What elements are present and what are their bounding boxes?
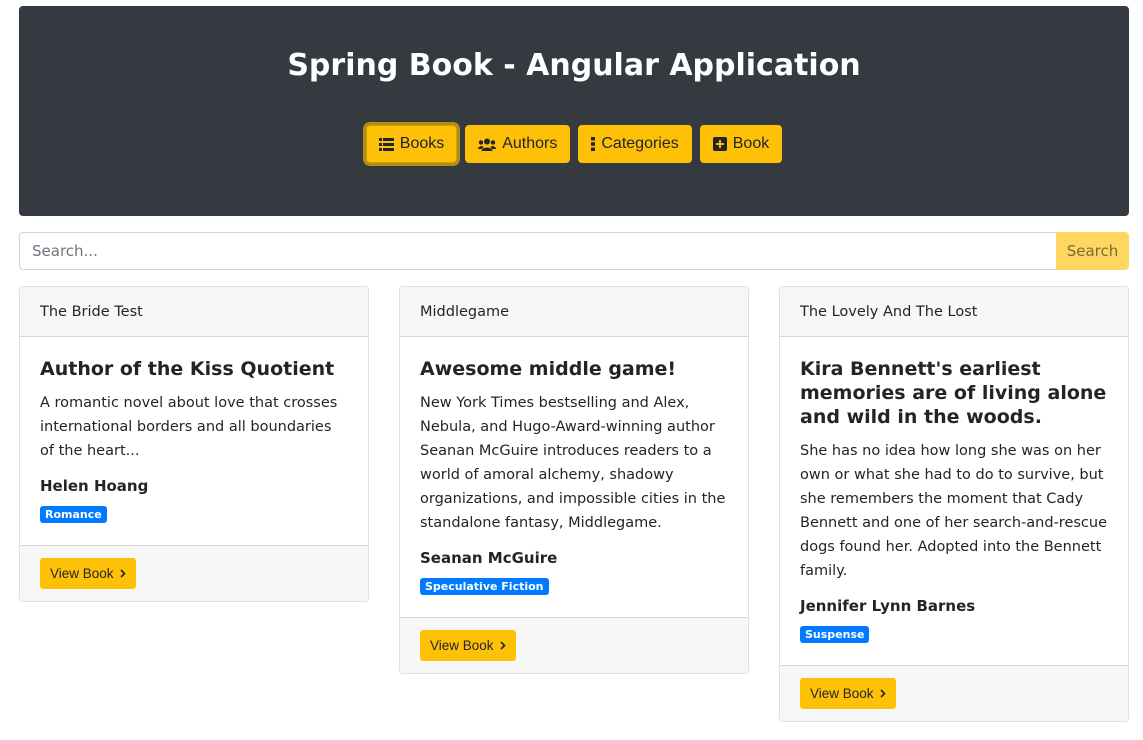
view-book-button[interactable]: View Book [40, 558, 136, 589]
nav-categories-button[interactable]: Categories [578, 125, 692, 163]
book-card-description: New York Times bestselling and Alex, Neb… [420, 395, 726, 531]
category-badge: Suspense [800, 626, 870, 643]
users-icon [478, 138, 497, 151]
chevron-right-icon [499, 638, 506, 653]
view-book-label: View Book [810, 686, 874, 701]
search-button[interactable]: Search [1056, 232, 1129, 270]
book-card-title: Author of the Kiss Quotient [40, 358, 335, 380]
book-card-body: Awesome middle game! New York Times best… [400, 337, 748, 617]
nav-categories-label: Categories [601, 135, 679, 152]
book-card-description: A romantic novel about love that crosses… [40, 395, 338, 459]
book-card-header: The Bride Test [20, 287, 368, 337]
book-card-title: Awesome middle game! [420, 358, 677, 380]
plus-square-icon [712, 137, 727, 151]
book-card-body: Kira Bennett's earliest memories are of … [780, 337, 1128, 665]
ellipsis-vertical-icon [591, 137, 596, 151]
list-icon [378, 137, 394, 151]
nav-authors-button[interactable]: Authors [465, 125, 571, 163]
book-card-footer: View Book [400, 617, 748, 673]
category-badge: Speculative Fiction [420, 578, 549, 595]
book-card-title: Kira Bennett's earliest memories are of … [800, 358, 1107, 428]
book-card-header: Middlegame [400, 287, 748, 337]
book-card-header: The Lovely And The Lost [780, 287, 1128, 337]
book-card: Middlegame Awesome middle game! New York… [399, 286, 749, 674]
book-card-description: She has no idea how long she was on her … [800, 443, 1108, 579]
view-book-button[interactable]: View Book [420, 630, 516, 661]
book-card: The Lovely And The Lost Kira Bennett's e… [779, 286, 1129, 722]
search-input[interactable] [19, 232, 1056, 270]
app-header: Spring Book - Angular Application Books … [19, 6, 1129, 216]
nav-add-book-label: Book [732, 135, 770, 152]
view-book-label: View Book [430, 638, 494, 653]
view-book-button[interactable]: View Book [800, 678, 896, 709]
page-title: Spring Book - Angular Application [287, 48, 861, 83]
book-card-author: Helen Hoang [40, 477, 149, 495]
nav-books-label: Books [399, 135, 445, 152]
category-badge: Romance [40, 506, 107, 523]
book-card-footer: View Book [20, 545, 368, 601]
nav-books-button[interactable]: Books [365, 125, 458, 163]
search-bar: Search [19, 232, 1129, 270]
book-card-footer: View Book [780, 665, 1128, 721]
chevron-right-icon [879, 686, 886, 701]
book-card: The Bride Test Author of the Kiss Quotie… [19, 286, 369, 602]
book-card-author: Jennifer Lynn Barnes [800, 597, 976, 615]
book-card-body: Author of the Kiss Quotient A romantic n… [20, 337, 368, 545]
view-book-label: View Book [50, 566, 114, 581]
nav-authors-label: Authors [502, 135, 558, 152]
nav-add-book-button[interactable]: Book [699, 125, 783, 163]
chevron-right-icon [119, 566, 126, 581]
main-nav: Books Authors Categories Book [19, 125, 1129, 163]
book-card-author: Seanan McGuire [420, 549, 558, 567]
